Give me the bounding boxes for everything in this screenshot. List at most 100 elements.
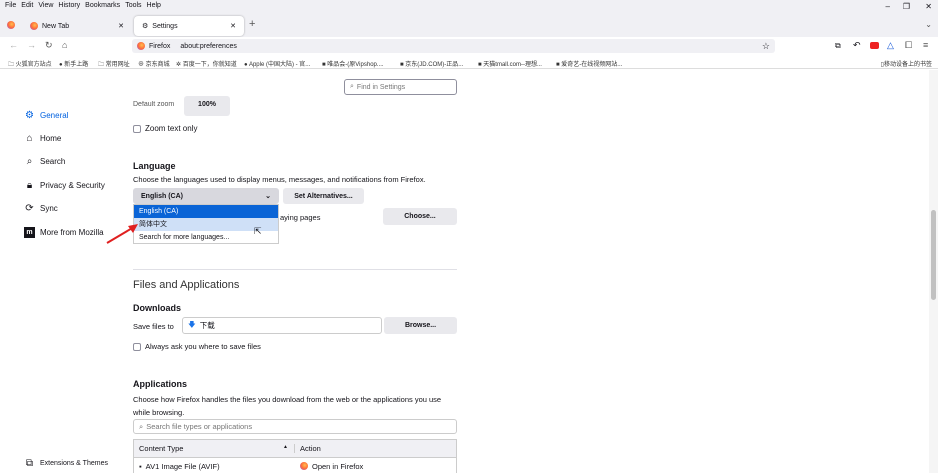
placeholder: Find in Settings xyxy=(356,83,406,91)
extensions-icon[interactable]: ⧠ xyxy=(905,40,912,51)
bookmark-star-icon[interactable]: ☆ xyxy=(762,41,770,52)
column-action[interactable]: Action xyxy=(294,444,321,453)
applications-table: Content Type ▲ Action ▪ AV1 Image File (AV… xyxy=(133,439,457,473)
minimize-button[interactable]: – xyxy=(886,2,890,11)
reload-icon[interactable]: ↻ xyxy=(45,40,53,51)
list-tabs-chevron-icon[interactable]: ⌄ xyxy=(925,20,932,29)
always-ask-checkbox[interactable]: Always ask you where to save files xyxy=(133,342,261,352)
set-alternatives-button[interactable]: Set Alternatives... xyxy=(283,188,364,204)
firefox-icon xyxy=(300,462,308,470)
checkbox[interactable] xyxy=(133,343,141,352)
menu-view[interactable]: View xyxy=(38,2,53,9)
firefox-view-icon[interactable] xyxy=(7,21,15,29)
sync-icon: ⟳ xyxy=(25,203,34,214)
language-select[interactable]: English (CA) ⌄ xyxy=(133,188,279,204)
undo-icon[interactable]: ↶ xyxy=(853,40,861,51)
menu-help[interactable]: Help xyxy=(147,2,161,9)
bookmark-item[interactable]: ■ 天猫tmall.com--理想... xyxy=(478,59,542,68)
close-tab-icon[interactable]: ✕ xyxy=(230,22,236,30)
pages-language-label: aying pages xyxy=(280,213,321,222)
sidebar-label: Search xyxy=(40,157,66,166)
sidebar-item-privacy[interactable]: 🔒︎ Privacy & Security xyxy=(24,180,105,191)
sidebar-item-general[interactable]: ⚙ General xyxy=(24,110,68,121)
new-tab-button[interactable]: + xyxy=(249,18,255,30)
file-icon: ▪ xyxy=(139,461,142,471)
bookmark-item[interactable]: 🗀 常用网址 xyxy=(98,59,130,70)
scrollbar-thumb[interactable] xyxy=(931,210,936,300)
home-icon[interactable]: ⌂ xyxy=(62,40,67,50)
placeholder: Search file types or applications xyxy=(146,422,253,431)
find-in-settings-input[interactable]: ⌕ Find in Settings xyxy=(344,79,457,95)
sidebar-label: Privacy & Security xyxy=(40,181,105,190)
sidebar-item-home[interactable]: ⌂ Home xyxy=(24,133,61,144)
menu-icon[interactable]: ≡ xyxy=(923,40,928,50)
forward-icon[interactable]: → xyxy=(27,40,36,50)
option-english-ca[interactable]: English (CA) xyxy=(134,205,278,218)
language-heading: Language xyxy=(133,161,176,171)
table-header: Content Type ▲ Action xyxy=(134,440,456,458)
tab-label: New Tab xyxy=(42,22,70,30)
header-label: Content Type xyxy=(139,444,184,453)
sidebar-label: More from Mozilla xyxy=(40,228,104,237)
browse-button[interactable]: Browse... xyxy=(384,317,457,334)
extension-blue-icon[interactable]: △ xyxy=(887,40,894,51)
default-zoom-label: Default zoom xyxy=(133,101,175,107)
extension-red-icon[interactable] xyxy=(870,42,879,49)
crop-icon[interactable]: ⧉ xyxy=(835,41,841,51)
chevron-down-icon: ⌄ xyxy=(265,193,271,200)
choose-button[interactable]: Choose... xyxy=(383,208,457,225)
restore-button[interactable]: ❐ xyxy=(903,2,910,11)
sidebar-item-sync[interactable]: ⟳ Sync xyxy=(24,203,58,214)
bookmark-item[interactable]: ■ 京东(JD.COM)-正品... xyxy=(400,59,463,68)
bookmarks-toolbar: 🗀 火狐官方站点 ● 新手上路 🗀 常用网址 ⊕ 京东商城 ✲ 百度一下，你就知… xyxy=(0,56,938,69)
bookmark-item[interactable]: ⊕ 京东商城 xyxy=(138,59,170,68)
bookmark-item[interactable]: ● Apple (中国大陆) - 官... xyxy=(244,59,310,68)
gear-icon: ⚙ xyxy=(142,23,149,30)
tab-bar: New Tab ✕ ⚙ Settings ✕ + ⌄ xyxy=(0,12,938,37)
close-window-button[interactable]: ✕ xyxy=(925,2,932,11)
bookmark-item[interactable]: ✲ 百度一下，你就知道 xyxy=(176,59,237,68)
mozilla-icon: m xyxy=(24,227,35,238)
menu-edit[interactable]: Edit xyxy=(21,2,33,9)
bookmark-item[interactable]: ● 新手上路 xyxy=(59,59,88,68)
firefox-icon xyxy=(137,42,145,50)
save-files-label: Save files to xyxy=(133,322,174,331)
language-dropdown: English (CA) 简体中文 Search for more langua… xyxy=(133,204,279,244)
table-row[interactable]: ▪ AV1 Image File (AVIF) Open in Firefox xyxy=(134,458,456,474)
search-file-types-input[interactable]: ⌕ Search file types or applications xyxy=(133,419,457,434)
applications-description: Choose how Firefox handles the files you… xyxy=(133,395,442,417)
scrollbar[interactable] xyxy=(929,70,938,473)
tab-new-tab[interactable]: New Tab ✕ xyxy=(22,16,132,36)
menu-tools[interactable]: Tools xyxy=(125,2,141,9)
close-tab-icon[interactable]: ✕ xyxy=(118,22,124,30)
checkbox[interactable] xyxy=(133,124,141,133)
language-description: Choose the languages used to display men… xyxy=(133,175,426,184)
firefox-icon xyxy=(30,22,38,30)
folder-name: 下载 xyxy=(199,321,215,330)
search-icon: ⌕ xyxy=(139,421,144,431)
bookmark-item[interactable]: ■ 唯品会-(原Vipshop.... xyxy=(322,59,384,68)
menu-history[interactable]: History xyxy=(58,2,80,9)
menu-file[interactable]: File xyxy=(5,2,16,9)
tab-settings[interactable]: ⚙ Settings ✕ xyxy=(134,16,244,36)
action-cell[interactable]: Open in Firefox xyxy=(294,462,363,471)
applications-heading: Applications xyxy=(133,379,188,389)
bookmark-item[interactable]: 🗀 火狐官方站点 xyxy=(8,59,52,70)
back-icon[interactable]: ← xyxy=(9,40,18,50)
gear-icon: ⚙ xyxy=(25,110,34,121)
sidebar-extensions-themes[interactable]: ⧉ Extensions & Themes xyxy=(24,458,108,469)
mobile-bookmarks[interactable]: ▯移动设备上的书签 xyxy=(881,59,932,68)
sidebar-item-more-from-mozilla[interactable]: m More from Mozilla xyxy=(24,227,104,238)
menu-bookmarks[interactable]: Bookmarks xyxy=(85,2,120,9)
url-bar[interactable]: Firefox about:preferences ☆ xyxy=(132,39,775,53)
sidebar-item-search[interactable]: ⌕ Search xyxy=(24,156,66,167)
column-content-type[interactable]: Content Type ▲ xyxy=(134,444,294,453)
checkbox-label: Zoom text only xyxy=(145,124,198,133)
bookmark-item[interactable]: ■ 爱奇艺-在线视频网站... xyxy=(556,59,622,68)
download-folder-field[interactable]: 🡇 下载 xyxy=(182,317,382,334)
zoom-text-only-checkbox[interactable]: Zoom text only xyxy=(133,124,197,133)
url-text[interactable]: about:preferences xyxy=(180,43,236,50)
default-zoom-select[interactable]: 100% xyxy=(184,96,230,116)
sidebar-label: Home xyxy=(40,134,62,143)
zoom-value: 100% xyxy=(198,101,216,108)
